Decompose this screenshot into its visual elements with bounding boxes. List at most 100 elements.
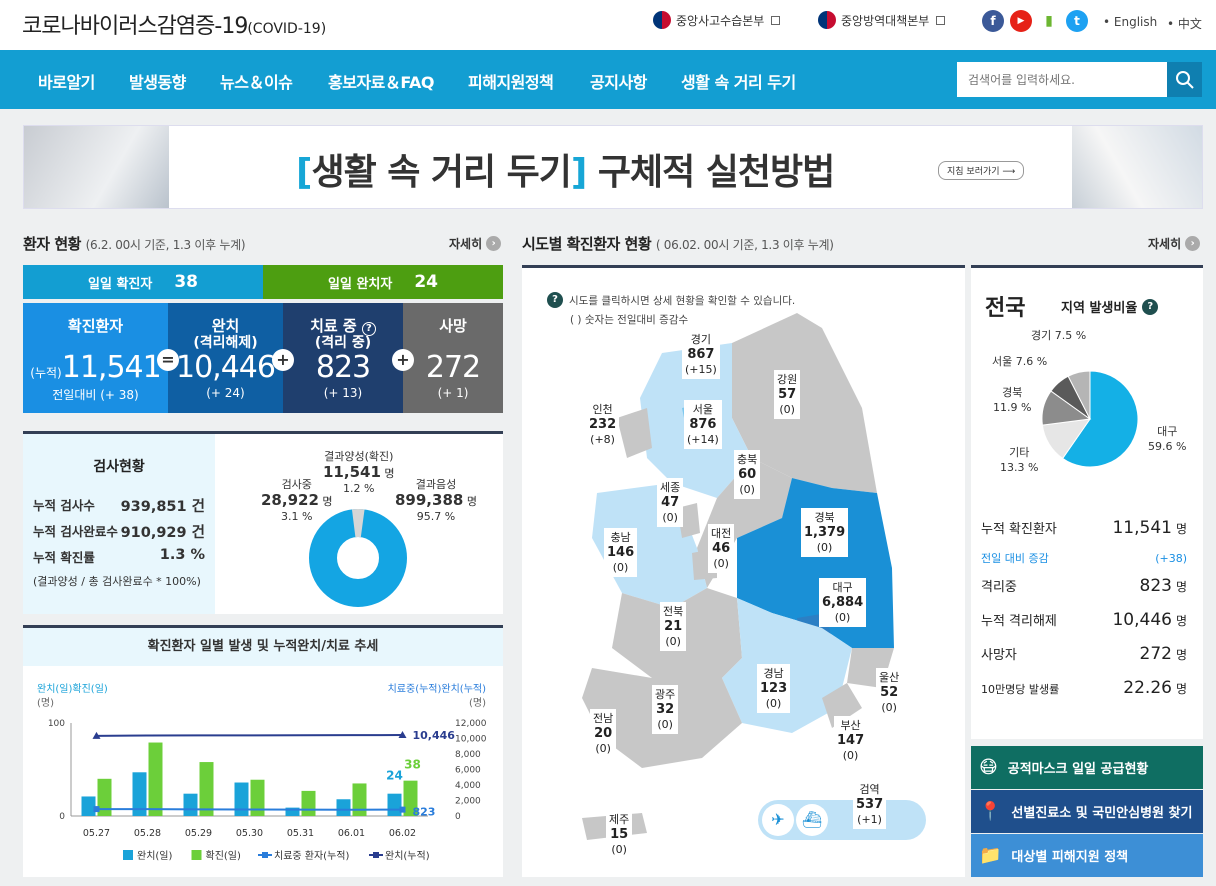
handwashing-image	[24, 126, 169, 208]
nav-support[interactable]: 피해지원정책	[468, 69, 554, 93]
facebook-icon[interactable]: f	[982, 10, 1004, 32]
region-label-gyeonggi[interactable]: 경기 867 (+15)	[682, 330, 720, 379]
plus-icon: +	[392, 349, 414, 371]
annotation-recovered-total: 10,446	[413, 729, 456, 742]
stat-in-treatment: 치료 중 ? (격리 중) 823 (+ 13)	[283, 303, 403, 413]
right-tick-label: 2,000	[455, 797, 481, 807]
trend-chart-title: 확진환자 일별 발생 및 누적완치/치료 추세	[23, 628, 503, 666]
national-row: 누적 확진환자 11,541 명	[981, 518, 1187, 538]
support-policy-button[interactable]: 📁 대상별 피해지원 정책	[971, 834, 1203, 877]
legend-swatch	[123, 850, 133, 860]
region-label-sejong[interactable]: 세종 47 (0)	[657, 478, 684, 527]
pie-label-daegu: 대구 59.6 %	[1148, 425, 1187, 453]
national-title: 전국	[985, 296, 1026, 321]
region-label-jeonbuk[interactable]: 전북 21 (0)	[660, 602, 687, 651]
nav-pr-faq[interactable]: 홍보자료＆FAQ	[328, 69, 434, 93]
region-label-daegu[interactable]: 대구 6,884 (0)	[819, 578, 867, 627]
patients-more-link[interactable]: 자세히 ›	[449, 235, 502, 252]
pie-label-gyeongbuk: 경북 11.9 %	[993, 386, 1032, 414]
test-row: 누적 검사완료수 910,929 건	[33, 524, 205, 541]
bar-완치(일)	[336, 799, 351, 816]
bar-확진(일)	[352, 783, 367, 816]
right-tick-label: 6,000	[455, 766, 481, 776]
region-label-incheon[interactable]: 인천 232 (+8)	[586, 400, 620, 449]
twitter-icon[interactable]: t	[1066, 10, 1088, 32]
new-window-icon	[771, 15, 781, 25]
nav-notice[interactable]: 공지사항	[590, 69, 647, 93]
right-tick-label: 8,000	[455, 750, 481, 760]
map-more-link[interactable]: 자세히 ›	[1148, 235, 1201, 252]
region-label-quarantine[interactable]: 검역 537 (+1)	[853, 780, 887, 829]
link-central-prevention-hq[interactable]: 중앙방역대책본부	[818, 11, 946, 29]
region-label-gyeongnam[interactable]: 경남 123 (0)	[757, 664, 791, 713]
distancing-banner[interactable]: [생활 속 거리 두기] 구체적 실천방법 지침 보러가기 ⟶	[23, 125, 1203, 209]
link-central-disaster-hq[interactable]: 중앙사고수습본부	[653, 11, 781, 29]
ratio-label: 지역 발생비율?	[1061, 297, 1159, 316]
new-window-icon	[936, 15, 946, 25]
left-axis-label: 완치(일)확진(일)	[37, 683, 108, 695]
bar-완치(일)	[183, 793, 198, 816]
donut-label-negative: 결과음성 899,388 명 95.7 %	[395, 478, 477, 523]
donut-label-testing: 검사중 28,922 명 3.1 %	[261, 478, 333, 523]
region-label-seoul[interactable]: 서울 876 (+14)	[684, 400, 722, 449]
legend-label: 완치(누적)	[385, 850, 430, 862]
test-summary: 검사현황 누적 검사수 939,851 건 누적 검사완료수 910,929 건 누…	[23, 434, 215, 614]
region-label-ulsan[interactable]: 울산 52 (0)	[876, 668, 903, 717]
region-label-chungnam[interactable]: 충남 146 (0)	[604, 528, 638, 577]
region-label-daejeon[interactable]: 대전 46 (0)	[708, 524, 735, 573]
region-label-gangwon[interactable]: 강원 57 (0)	[774, 370, 801, 419]
lang-chinese[interactable]: • 中文	[1167, 15, 1202, 32]
region-map-panel: ? 시도를 클릭하시면 상세 현황을 확인할 수 있습니다. ( ) 숫자는 전일…	[522, 265, 965, 877]
pie-label-seoul: 서울 7.6 %	[992, 355, 1048, 368]
region-label-gyeongbuk[interactable]: 경북 1,379 (0)	[801, 508, 849, 557]
annotation-in-treatment: 823	[413, 806, 436, 819]
region-label-chungbuk[interactable]: 충북 60 (0)	[734, 450, 761, 499]
youtube-icon[interactable]: ▶	[1010, 10, 1032, 32]
help-icon[interactable]: ?	[361, 322, 376, 336]
national-row: 격리중 823 명	[981, 576, 1187, 596]
x-tick-label: 06.02	[389, 828, 416, 839]
banner-guideline-button[interactable]: 지침 보러가기 ⟶	[938, 161, 1025, 180]
nav-distancing[interactable]: 생활 속 거리 두기	[681, 69, 796, 93]
mask-person-image	[1072, 126, 1202, 208]
bar-확진(일)	[199, 762, 214, 816]
national-row: 10만명당 발생률 22.26 명	[981, 678, 1187, 698]
right-tick-label: 12,000	[455, 719, 487, 729]
chevron-right-icon: ›	[486, 236, 502, 251]
ship-icon: ⛴	[796, 804, 828, 836]
annotation-daily-confirmed: 38	[404, 758, 421, 772]
trend-chart-box: 확진환자 일별 발생 및 누적완치/치료 추세 완치(일)확진(일) (명) 치료중…	[23, 625, 503, 877]
mask-icon: 😷	[979, 757, 998, 778]
nav-about[interactable]: 바로알기	[38, 69, 95, 93]
legend-swatch	[262, 852, 268, 858]
nav-news[interactable]: 뉴스＆이슈	[220, 69, 293, 93]
region-label-jeju[interactable]: 제주 15 (0)	[606, 810, 633, 859]
test-status-box: 검사현황 누적 검사수 939,851 건 누적 검사완료수 910,929 건 누…	[23, 431, 503, 614]
quarantine-badge[interactable]: ✈ ⛴	[758, 800, 926, 840]
bar-확진(일)	[301, 790, 316, 816]
legend-label: 치료중 환자(누적)	[274, 850, 349, 862]
search-input[interactable]	[957, 62, 1167, 97]
mask-supply-button[interactable]: 😷 공적마스크 일일 공급현황	[971, 746, 1203, 789]
lang-english[interactable]: • English	[1103, 15, 1157, 29]
site-title[interactable]: 코로나바이러스감염증-19(COVID-19)	[22, 8, 326, 40]
equals-icon: =	[157, 349, 179, 371]
legend-swatch	[373, 852, 379, 858]
nav-trend[interactable]: 발생동향	[129, 69, 186, 93]
pie-label-other: 기타 13.3 %	[1000, 446, 1039, 474]
marker-치료중 환자(누적)	[399, 806, 406, 813]
region-label-gwangju[interactable]: 광주 32 (0)	[652, 685, 679, 734]
map-title: 시도별 확진환자 현황 ( 06.02. 00시 기준, 1.3 이후 누계)	[522, 235, 834, 253]
clinic-finder-button[interactable]: 📍 선별진료소 및 국민안심병원 찾기	[971, 790, 1203, 833]
blog-icon[interactable]: ▮	[1038, 10, 1060, 32]
help-icon[interactable]: ?	[1142, 298, 1159, 315]
national-panel: 전국 지역 발생비율? 경기 7.5 % 서울 7.6 % 경북 11.9 % 기…	[971, 265, 1203, 739]
bar-완치(일)	[234, 782, 249, 816]
region-label-jeonnam[interactable]: 전남 20 (0)	[590, 709, 617, 758]
test-row: 누적 확진률 1.3 %	[33, 547, 205, 565]
line-완치(누적)	[96, 734, 403, 737]
national-row: 사망자 272 명	[981, 644, 1187, 664]
region-label-busan[interactable]: 부산 147 (0)	[834, 716, 868, 765]
search-button[interactable]	[1167, 62, 1202, 97]
test-note: (결과양성 / 총 검사완료수 * 100%)	[33, 575, 201, 588]
